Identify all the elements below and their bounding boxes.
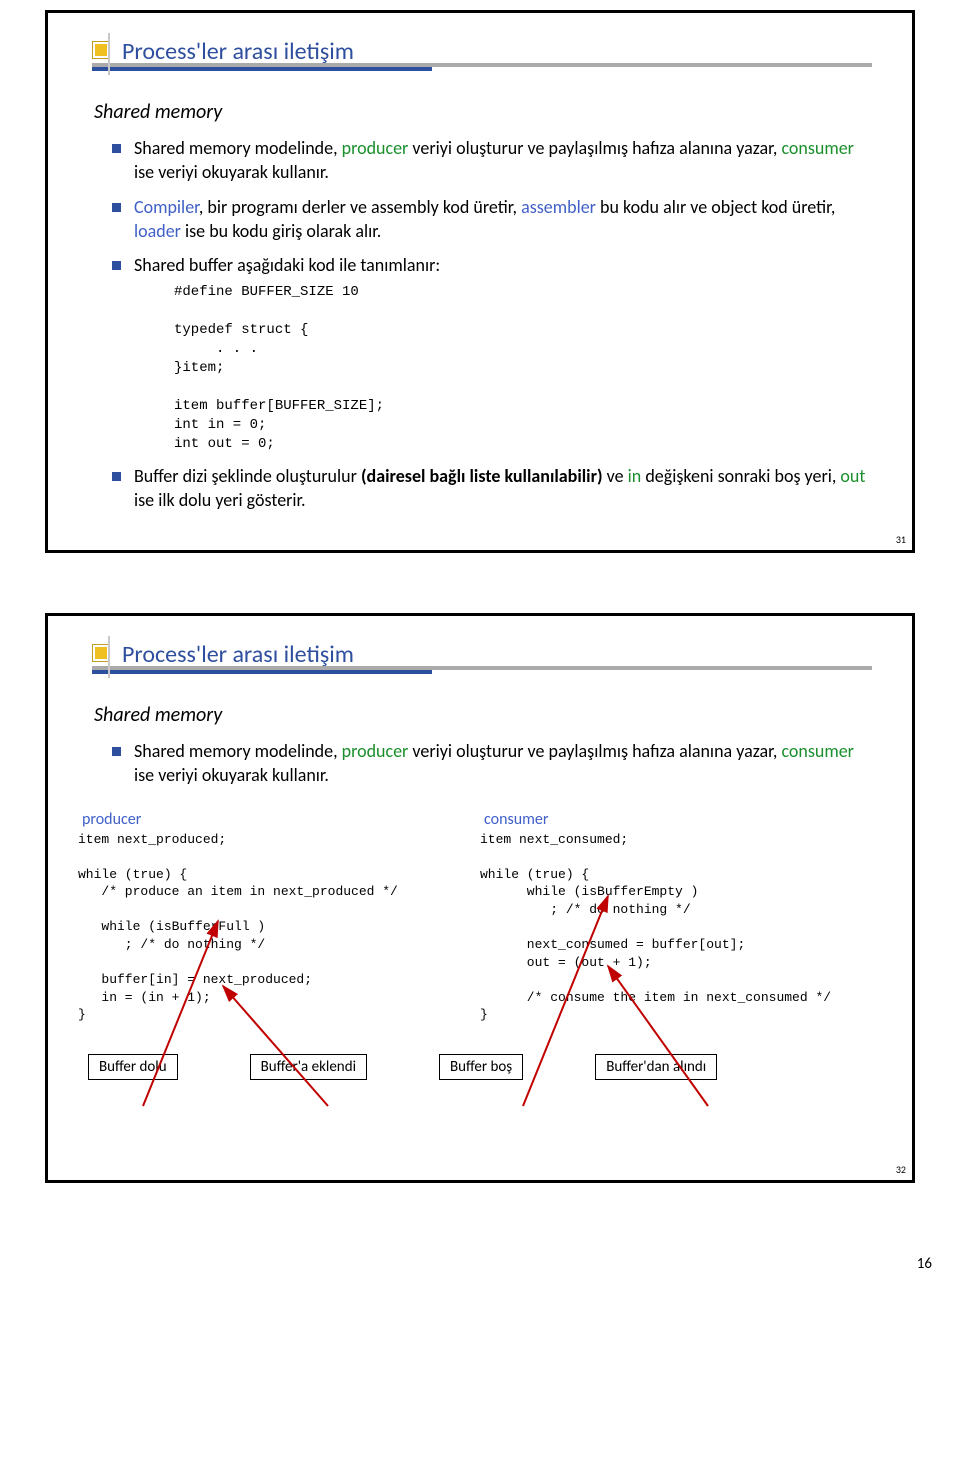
- text-highlighted: Compiler: [134, 196, 199, 218]
- bullet-list: Shared memory modelinde, producer veriyi…: [94, 136, 866, 512]
- title-underline-icon: [48, 63, 918, 73]
- slide-title: Process'ler arası iletişim: [122, 37, 354, 66]
- text: ise veriyi okuyarak kullanır.: [134, 161, 329, 183]
- text-highlighted: producer: [342, 137, 413, 159]
- text: bu kodu alır ve object kod üretir,: [600, 196, 835, 218]
- slide-number: 32: [896, 1163, 906, 1176]
- arrows-overlay: [48, 616, 918, 1186]
- text: ise bu kodu giriş olarak alır.: [185, 220, 381, 242]
- arrow-line: [523, 896, 608, 1106]
- list-item: Compiler, bir programı derler ve assembl…: [112, 195, 866, 244]
- text-bold: (dairesel bağlı liste kullanılabilir): [361, 465, 607, 487]
- text: ise ilk dolu yeri gösterir.: [134, 489, 306, 511]
- text-highlighted: loader: [134, 220, 185, 242]
- text-highlighted: in: [628, 465, 646, 487]
- slide-content: Shared memory Shared memory modelinde, p…: [48, 83, 912, 530]
- code-block: #define BUFFER_SIZE 10 typedef struct { …: [174, 283, 494, 453]
- text: veriyi oluşturur ve paylaşılmış hafıza a…: [412, 137, 781, 159]
- arrow-line: [608, 966, 708, 1106]
- slide-1: Process'ler arası iletişim Shared memory…: [45, 10, 915, 553]
- page-number: 16: [917, 1255, 932, 1273]
- text: ve: [607, 465, 628, 487]
- arrow-line: [143, 921, 218, 1106]
- text: Buffer dizi şeklinde oluşturulur: [134, 465, 361, 487]
- list-item: Shared memory modelinde, producer veriyi…: [112, 136, 866, 185]
- text: Shared memory modelinde,: [134, 137, 342, 159]
- slide-2: Process'ler arası iletişim Shared memory…: [45, 613, 915, 1183]
- text-highlighted: out: [840, 465, 865, 487]
- subheading: Shared memory: [94, 99, 866, 126]
- arrow-line: [223, 986, 328, 1106]
- slide-header: Process'ler arası iletişim: [48, 13, 912, 83]
- text: Shared buffer aşağıdaki kod ile tanımlan…: [134, 254, 440, 276]
- text: değişkeni sonraki boş yeri,: [645, 465, 840, 487]
- text-highlighted: assembler: [521, 196, 600, 218]
- text-highlighted: consumer: [781, 137, 854, 159]
- slide-number: 31: [896, 533, 906, 546]
- list-item: Shared buffer aşağıdaki kod ile tanımlan…: [112, 253, 866, 453]
- text: , bir programı derler ve assembly kod ür…: [199, 196, 521, 218]
- list-item: Buffer dizi şeklinde oluşturulur (daires…: [112, 464, 866, 513]
